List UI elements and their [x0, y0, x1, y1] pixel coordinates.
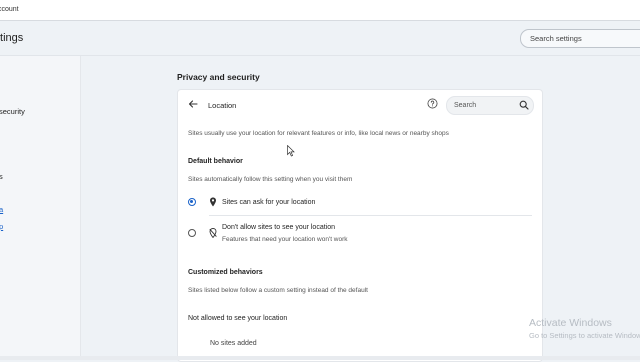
- mouse-cursor-icon: [287, 145, 295, 157]
- section-title: Privacy and security: [177, 72, 260, 82]
- activate-windows-subtitle: Go to Settings to activate Windows.: [529, 331, 640, 340]
- search-settings-input[interactable]: Search settings: [520, 29, 640, 48]
- search-placeholder: Search: [454, 101, 477, 109]
- not-allowed-heading: Not allowed to see your location: [188, 315, 288, 322]
- search-icon: [519, 100, 529, 110]
- location-off-icon: [209, 228, 217, 238]
- top-strip: ccount: [0, 0, 640, 21]
- back-arrow-icon[interactable]: [187, 98, 199, 110]
- account-label[interactable]: ccount: [0, 6, 19, 13]
- help-icon[interactable]: [427, 98, 438, 109]
- activate-windows-title: Activate Windows: [529, 317, 612, 329]
- sidebar-item[interactable]: s: [0, 172, 3, 181]
- search-settings-placeholder: Search settings: [530, 34, 582, 43]
- bottom-strip: [0, 356, 640, 360]
- radio-allow-ask[interactable]: [188, 198, 196, 206]
- location-settings-card: Location Search Sites usually use your l…: [177, 89, 543, 362]
- customized-behaviors-heading: Customized behaviors: [188, 269, 263, 276]
- sidebar-link[interactable]: a: [0, 205, 3, 214]
- option-allow-ask-label[interactable]: Sites can ask for your location: [222, 199, 315, 206]
- default-behavior-heading: Default behavior: [188, 158, 243, 165]
- page-title: ttings: [0, 32, 24, 44]
- divider: [209, 215, 532, 216]
- radio-dont-allow[interactable]: [188, 229, 196, 237]
- option-dont-allow-sublabel: Features that need your location won't w…: [222, 236, 348, 243]
- left-nav: security s a p: [0, 56, 81, 360]
- option-dont-allow-label[interactable]: Don't allow sites to see your location: [222, 224, 335, 231]
- default-behavior-subtext: Sites automatically follow this setting …: [188, 176, 353, 183]
- customized-behaviors-subtext: Sites listed below follow a custom setti…: [188, 287, 368, 294]
- sidebar-link[interactable]: p: [0, 222, 3, 231]
- card-title: Location: [208, 101, 237, 110]
- location-search-input[interactable]: Search: [446, 96, 534, 115]
- sidebar-item-privacy-security[interactable]: security: [0, 107, 25, 116]
- empty-list-text: No sites added: [210, 340, 257, 347]
- settings-header: ttings Search settings: [0, 21, 640, 56]
- location-pin-icon: [210, 197, 216, 207]
- location-description: Sites usually use your location for rele…: [188, 130, 449, 137]
